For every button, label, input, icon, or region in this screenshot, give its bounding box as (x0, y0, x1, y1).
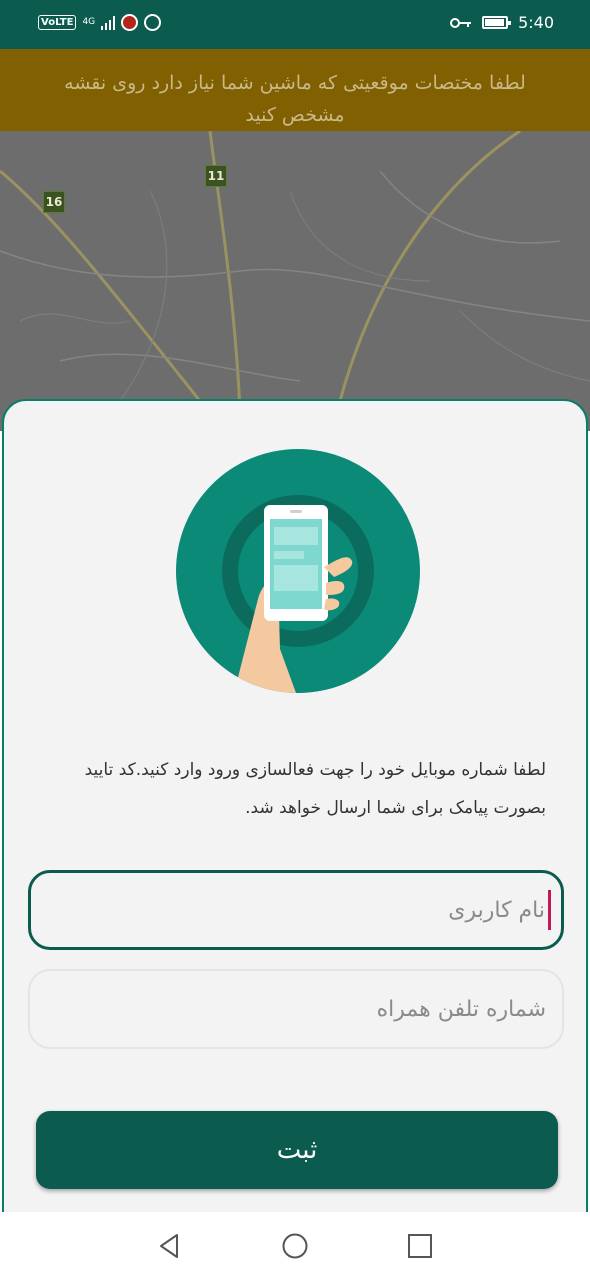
submit-button[interactable]: ثبت (36, 1111, 558, 1189)
battery-icon (482, 16, 512, 29)
road-label-11: 11 (205, 165, 227, 187)
status-left-icons: VoLTE 4G (38, 14, 162, 31)
phone-field[interactable] (28, 969, 564, 1049)
back-icon[interactable] (155, 1232, 183, 1260)
sms-instructions-text: لطفا شماره موبایل خود را جهت فعالسازی ور… (84, 760, 546, 818)
username-field[interactable] (28, 870, 564, 950)
recents-icon[interactable] (406, 1232, 434, 1260)
signal-bars-icon (101, 15, 116, 30)
phone-input[interactable] (30, 971, 562, 1047)
vpn-key-icon (450, 17, 472, 28)
banner-text: لطفا مختصات موقعیتی که ماشین شما نیاز دا… (64, 72, 526, 126)
username-input[interactable] (31, 873, 561, 947)
map-roads (0, 131, 590, 412)
system-navigation-bar (0, 1212, 590, 1280)
home-icon[interactable] (281, 1232, 309, 1260)
login-bottom-sheet: لطفا شماره موبایل خود را جهت فعالسازی ور… (2, 399, 588, 1229)
android-icon (144, 14, 162, 31)
phone-in-hand-icon (176, 449, 420, 693)
text-caret (548, 890, 551, 930)
status-right-icons: 5:40 (450, 13, 554, 32)
map-view[interactable]: 16 11 (0, 131, 590, 431)
status-bar: VoLTE 4G 5:40 (0, 0, 590, 49)
status-time: 5:40 (518, 13, 554, 32)
volte-icon: VoLTE (38, 15, 77, 30)
road-label-16: 16 (43, 191, 65, 213)
map-instruction-banner: لطفا مختصات موقعیتی که ماشین شما نیاز دا… (0, 49, 590, 131)
signal-icon: 4G (82, 17, 96, 27)
app-notification-icon (121, 14, 139, 31)
